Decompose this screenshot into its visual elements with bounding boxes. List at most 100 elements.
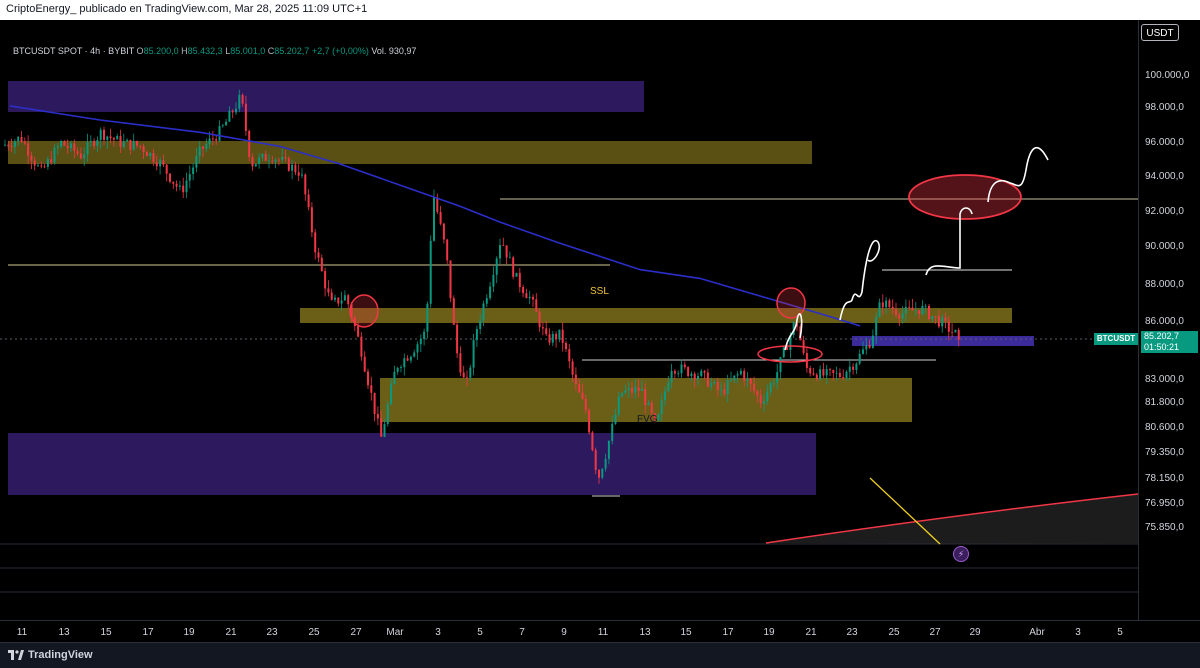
time-tick: 25 xyxy=(888,627,900,638)
candle-body xyxy=(898,314,901,319)
candle-body xyxy=(621,392,624,397)
candle-body xyxy=(442,223,445,240)
candle-body xyxy=(380,418,383,437)
candle-body xyxy=(83,154,86,159)
candle-body xyxy=(30,155,33,161)
candle-body xyxy=(670,371,673,383)
candle-body xyxy=(525,293,528,299)
candle-body xyxy=(122,141,125,147)
candle-body xyxy=(142,146,145,152)
chart-pane[interactable]: BTCUSDT SPOT · 4h · BYBIT O85.200,0 H85.… xyxy=(0,20,1138,620)
candle-body xyxy=(904,306,907,314)
candle-body xyxy=(235,108,237,113)
time-tick: 15 xyxy=(680,627,692,638)
candle-body xyxy=(165,164,168,174)
candle-body xyxy=(403,358,406,368)
tradingview-brand[interactable]: TradingView xyxy=(28,649,93,661)
candle-body xyxy=(466,377,468,379)
candle-body xyxy=(456,324,459,354)
candle-body xyxy=(928,305,930,320)
candle-body xyxy=(753,383,756,392)
candle-body xyxy=(340,300,343,304)
candle-body xyxy=(617,396,620,415)
time-tick: 3 xyxy=(435,627,441,638)
candle-body xyxy=(182,185,185,193)
candle-body xyxy=(931,316,934,320)
candle-body xyxy=(664,391,666,401)
candle-body xyxy=(730,380,732,381)
candle-body xyxy=(152,153,155,163)
candle-body xyxy=(136,141,138,146)
price-tick: 94.000,0 xyxy=(1145,171,1184,182)
candle-body xyxy=(888,300,891,307)
candle-body xyxy=(462,372,465,378)
candle-body xyxy=(660,400,663,415)
candle-body xyxy=(822,369,825,376)
highlight-circle-mid[interactable] xyxy=(776,287,806,319)
currency-button[interactable]: USDT xyxy=(1141,24,1179,41)
candle-body xyxy=(244,103,247,131)
candle-body xyxy=(706,372,709,387)
candle-body xyxy=(565,342,567,349)
candle-body xyxy=(687,367,690,376)
candle-body xyxy=(852,366,855,370)
candle-body xyxy=(70,143,72,149)
candle-body xyxy=(809,368,812,374)
lightning-alert-icon[interactable]: ⚡ xyxy=(953,546,969,562)
candle-body xyxy=(452,298,455,325)
candle-body xyxy=(178,185,181,187)
legend-symbol[interactable]: BTCUSDT SPOT · 4h · BYBIT xyxy=(13,46,134,56)
candle-body xyxy=(855,363,858,370)
candle-body xyxy=(957,329,960,340)
candle-body xyxy=(126,139,129,142)
time-tick: 13 xyxy=(639,627,651,638)
candle-body xyxy=(941,317,944,327)
candle-body xyxy=(175,183,178,187)
candle-body xyxy=(690,373,693,376)
time-tick: 5 xyxy=(1117,627,1123,638)
candle-body xyxy=(439,212,442,224)
chart-canvas[interactable] xyxy=(0,20,1138,620)
candle-body xyxy=(749,378,752,384)
candle-body xyxy=(132,141,135,150)
candle-body xyxy=(769,383,772,392)
candle-body xyxy=(703,370,706,373)
candle-body xyxy=(746,378,749,381)
candle-body xyxy=(667,382,670,392)
price-tick: 76.950,0 xyxy=(1145,498,1184,509)
candle-body xyxy=(363,356,366,372)
candle-body xyxy=(37,165,39,167)
candle-body xyxy=(449,260,452,299)
candle-body xyxy=(225,121,228,126)
candle-body xyxy=(195,156,198,168)
highlight-circle-left[interactable] xyxy=(349,294,379,328)
candle-body xyxy=(317,252,320,258)
time-axis[interactable]: 11 13 15 17 19 21 23 25 27 Mar 3 5 7 9 11 13 15 17 19 21 23 2… xyxy=(0,620,1200,643)
fvg-label: FVG xyxy=(637,414,658,425)
price-axis[interactable]: 100.000,0 98.000,0 96.000,0 94.000,0 92.000,… xyxy=(1138,20,1200,620)
candle-body xyxy=(472,340,475,368)
price-tick: 79.350,0 xyxy=(1145,447,1184,458)
candle-body xyxy=(211,138,214,140)
candle-body xyxy=(320,257,323,272)
candle-body xyxy=(347,295,350,305)
candle-body xyxy=(50,159,53,163)
candle-body xyxy=(842,377,845,378)
candle-body xyxy=(274,159,277,162)
candle-body xyxy=(10,146,13,148)
candle-body xyxy=(287,158,290,171)
price-tick: 81.800,0 xyxy=(1145,397,1184,408)
candle-body xyxy=(86,142,89,155)
candle-body xyxy=(934,316,937,317)
candle-body xyxy=(241,94,244,104)
candle-body xyxy=(433,197,435,241)
candle-body xyxy=(588,410,591,433)
candle-body xyxy=(921,305,924,314)
candle-body xyxy=(390,384,393,405)
candle-body xyxy=(908,306,911,308)
candle-body xyxy=(159,160,162,167)
candle-body xyxy=(914,310,917,311)
candle-body xyxy=(601,468,604,478)
candle-body xyxy=(413,352,416,357)
candle-body xyxy=(495,258,498,275)
